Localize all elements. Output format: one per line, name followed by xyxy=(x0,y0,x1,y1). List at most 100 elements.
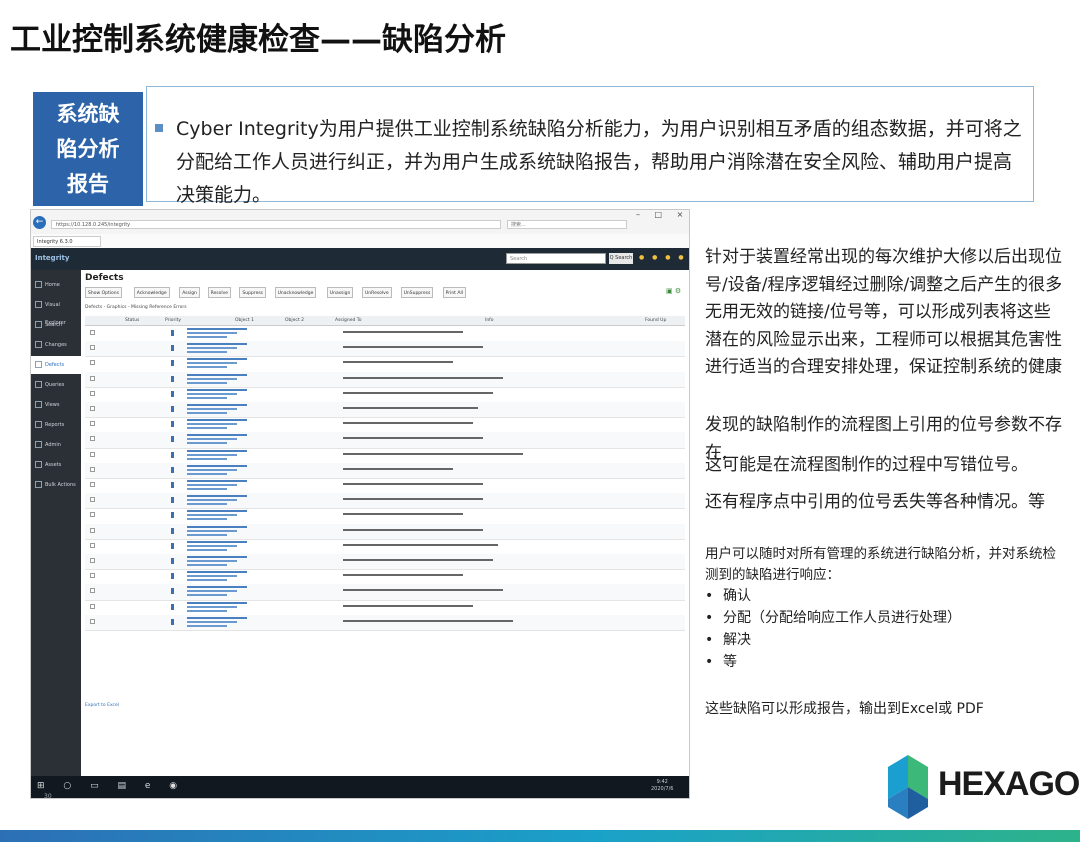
object-link[interactable] xyxy=(187,480,247,482)
grid-column-header[interactable]: Found Up xyxy=(645,318,666,323)
sidebar-item-views[interactable]: Views xyxy=(31,396,81,414)
sidebar-item-reports[interactable]: Reports xyxy=(31,416,81,434)
row-checkbox[interactable] xyxy=(90,482,95,487)
toolbar-button-unresolve[interactable]: UnResolve xyxy=(362,287,392,298)
sidebar-item-changes[interactable]: Changes xyxy=(31,336,81,354)
hexagon-logo-text: HEXAGON xyxy=(938,765,1080,803)
object-link[interactable] xyxy=(187,525,247,528)
sidebar-item-search[interactable]: Search xyxy=(31,316,81,334)
object-link[interactable] xyxy=(187,373,247,376)
row-checkbox[interactable] xyxy=(90,573,95,579)
export-link[interactable]: Export to Excel xyxy=(85,703,119,708)
sidebar-item-defects[interactable]: Defects xyxy=(31,356,81,374)
row-checkbox[interactable] xyxy=(90,512,95,518)
row-checkbox[interactable] xyxy=(90,406,95,411)
row-checkbox[interactable] xyxy=(90,527,95,533)
table-row[interactable] xyxy=(85,387,685,403)
table-row[interactable] xyxy=(85,432,685,449)
row-checkbox[interactable] xyxy=(90,588,95,594)
table-row[interactable] xyxy=(85,600,685,616)
table-row[interactable] xyxy=(85,462,685,479)
toolbar-button-acknowledge[interactable]: Acknowledge xyxy=(133,287,170,298)
row-checkbox[interactable] xyxy=(90,542,95,548)
table-row[interactable] xyxy=(85,493,685,510)
row-checkbox[interactable] xyxy=(90,618,95,624)
row-checkbox[interactable] xyxy=(90,360,95,366)
toolbar-button-print-all[interactable]: Print All xyxy=(442,287,466,298)
row-checkbox[interactable] xyxy=(90,436,95,442)
row-checkbox[interactable] xyxy=(90,558,95,563)
header-status-icons[interactable]: ● ● ● ● xyxy=(639,254,687,261)
row-checkbox[interactable] xyxy=(90,451,95,457)
object-link[interactable] xyxy=(187,616,247,619)
table-row[interactable] xyxy=(85,539,685,555)
table-row[interactable] xyxy=(85,584,685,601)
object-link[interactable] xyxy=(187,343,247,346)
sidebar-item-visual-explorer[interactable]: Visual Explorer xyxy=(31,296,81,326)
toolbar-button-unsuppress[interactable]: UnSuppress xyxy=(400,287,434,298)
back-arrow-icon[interactable]: ← xyxy=(33,216,46,229)
taskbar-app-icons[interactable]: ⊞ ○ ▭ ▤ e ◉ xyxy=(37,781,185,791)
toolbar-button-unacknowledge[interactable]: Unacknowledge xyxy=(274,287,317,298)
object-link[interactable] xyxy=(187,601,247,604)
row-checkbox[interactable] xyxy=(90,390,95,396)
toolbar-button-suppress[interactable]: Suppress xyxy=(239,287,267,298)
window-controls[interactable]: – □ × xyxy=(636,210,689,219)
table-row[interactable] xyxy=(85,508,685,525)
sidebar-item-assets[interactable]: Assets xyxy=(31,456,81,474)
browser-search-input[interactable]: 搜索... xyxy=(507,220,627,229)
table-row[interactable] xyxy=(85,478,685,495)
table-row[interactable] xyxy=(85,614,685,631)
grid-column-header[interactable]: Priority xyxy=(165,318,181,323)
table-row[interactable] xyxy=(85,341,685,358)
export-icon[interactable]: ▣ ⚙ xyxy=(666,287,681,295)
object-link[interactable] xyxy=(187,388,247,391)
row-checkbox[interactable] xyxy=(90,375,95,381)
object-link[interactable] xyxy=(187,540,247,543)
address-bar[interactable]: https://10.128.0.245/integrity xyxy=(51,220,501,229)
object-link[interactable] xyxy=(187,510,247,513)
grid-column-header[interactable]: Assigned To xyxy=(335,318,362,323)
grid-column-header[interactable]: Object 1 xyxy=(235,318,254,323)
grid-column-header[interactable]: Info xyxy=(485,318,494,323)
row-checkbox[interactable] xyxy=(90,345,95,351)
toolbar-button-unassign[interactable]: Unassign xyxy=(326,287,354,298)
object-link[interactable] xyxy=(187,556,247,558)
object-link[interactable] xyxy=(187,328,247,330)
browser-tab[interactable]: Integrity 6.3.0 xyxy=(33,236,101,247)
table-row[interactable] xyxy=(85,417,685,434)
table-row[interactable] xyxy=(85,448,685,464)
grid-column-header[interactable]: Status xyxy=(125,318,139,323)
table-row[interactable] xyxy=(85,326,685,343)
object-link[interactable] xyxy=(187,434,247,437)
row-checkbox[interactable] xyxy=(90,421,95,427)
toolbar-button-show-options[interactable]: Show Options xyxy=(85,287,122,298)
table-row[interactable] xyxy=(85,523,685,540)
object-link[interactable] xyxy=(187,404,247,406)
row-checkbox[interactable] xyxy=(90,466,95,472)
object-link[interactable] xyxy=(187,419,247,422)
app-search-button[interactable]: Q Search xyxy=(609,253,633,264)
row-checkbox[interactable] xyxy=(90,603,95,609)
table-row[interactable] xyxy=(85,356,685,373)
sidebar-item-home[interactable]: Home xyxy=(31,276,81,294)
object-link[interactable] xyxy=(187,449,247,452)
table-row[interactable] xyxy=(85,569,685,586)
object-link[interactable] xyxy=(187,358,247,361)
row-checkbox[interactable] xyxy=(90,497,95,503)
toolbar-button-assign[interactable]: Assign xyxy=(179,287,200,298)
table-row[interactable] xyxy=(85,402,685,419)
object-link[interactable] xyxy=(187,571,247,574)
grid-column-header[interactable]: Object 2 xyxy=(285,318,304,323)
row-checkbox[interactable] xyxy=(90,330,95,335)
object-link[interactable] xyxy=(187,495,247,498)
sidebar-item-admin[interactable]: Admin xyxy=(31,436,81,454)
sidebar-item-queries[interactable]: Queries xyxy=(31,376,81,394)
object-link[interactable] xyxy=(187,586,247,589)
sidebar-item-bulk-actions[interactable]: Bulk Actions xyxy=(31,476,81,494)
table-row[interactable] xyxy=(85,371,685,388)
toolbar-button-resolve[interactable]: Resolve xyxy=(207,287,232,298)
app-search-input[interactable]: Search xyxy=(506,253,606,264)
table-row[interactable] xyxy=(85,554,685,571)
object-link[interactable] xyxy=(187,464,247,467)
